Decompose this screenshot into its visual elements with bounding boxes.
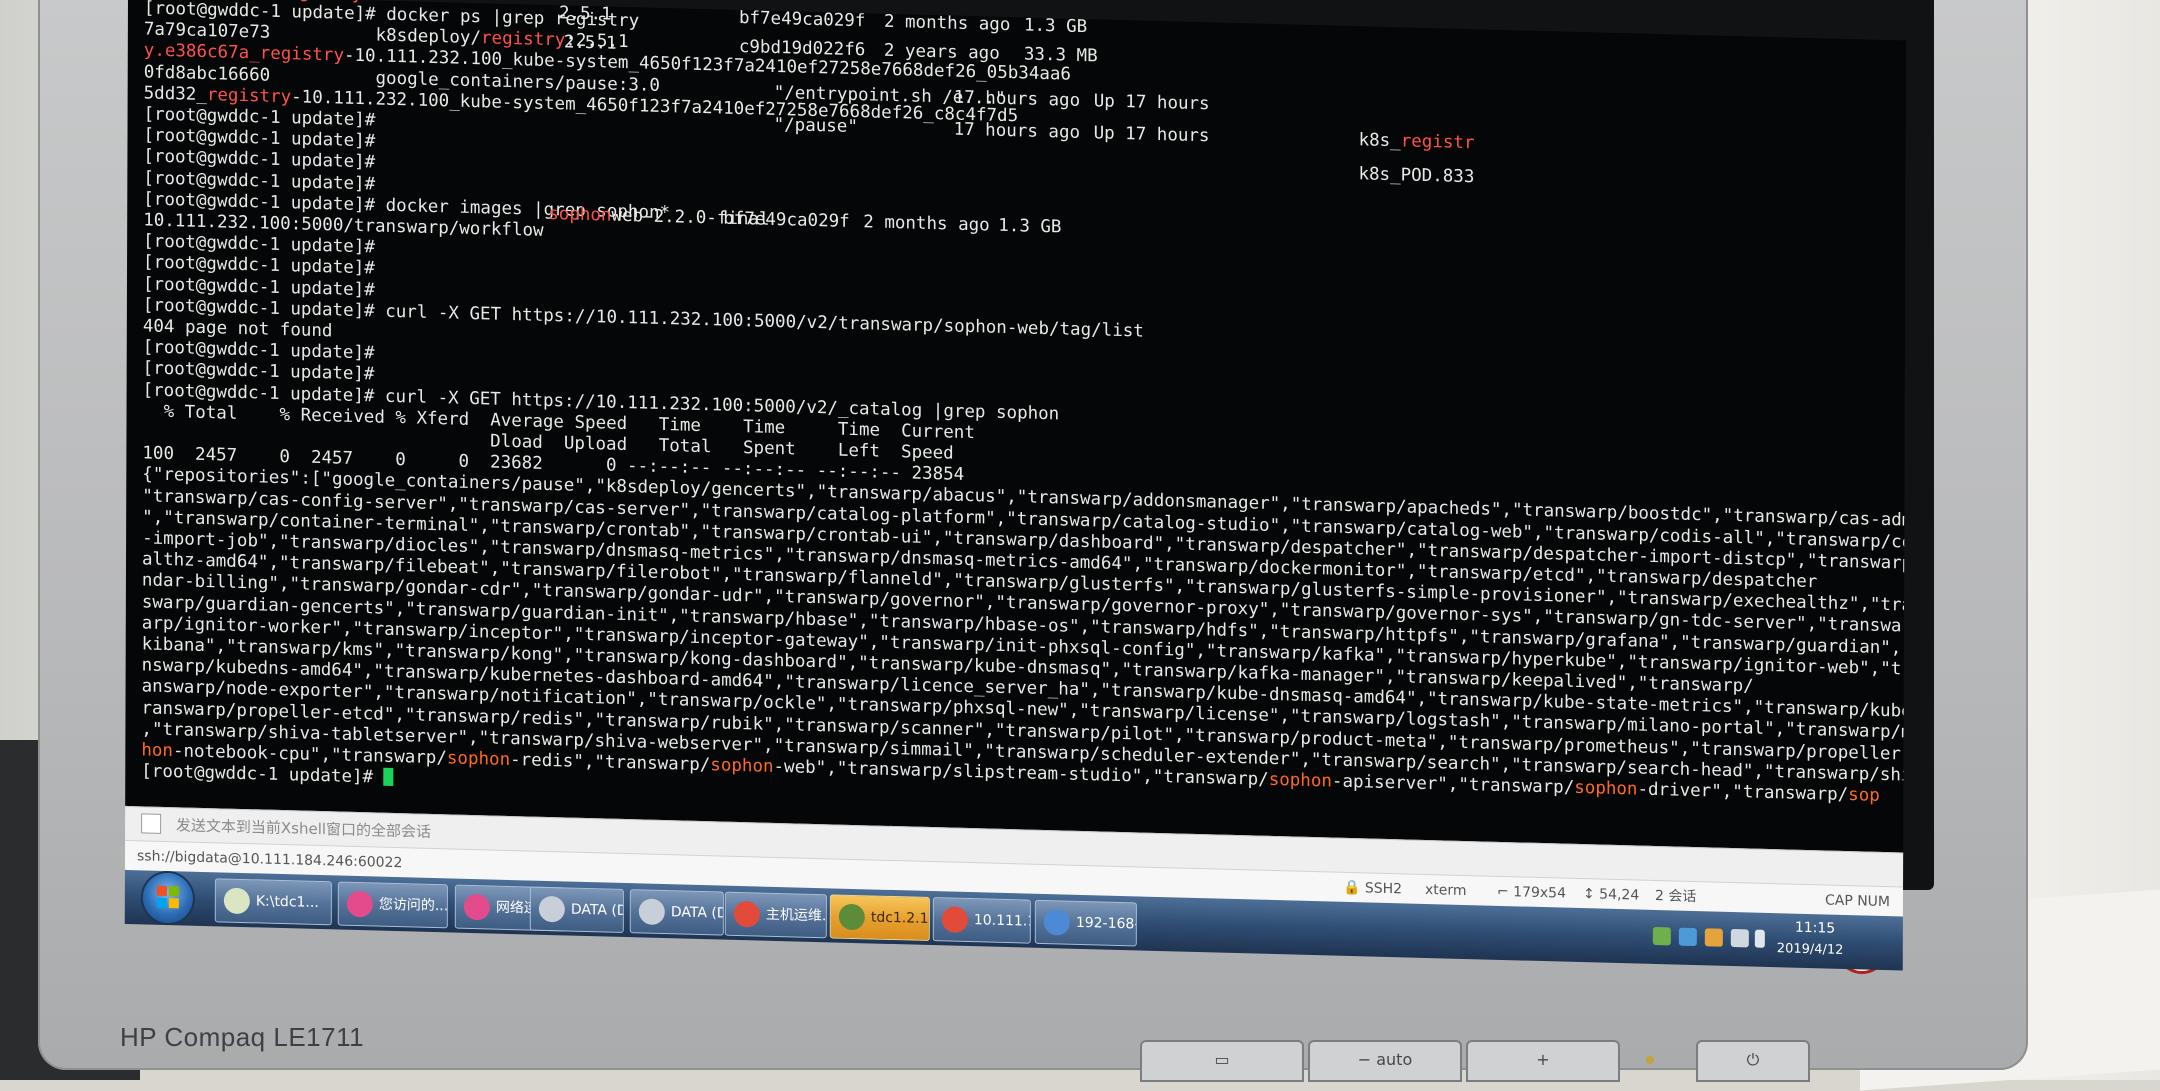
taskbar-item-label: DATA (D:) — [670, 904, 724, 922]
taskbar-item[interactable]: 您访问的... — [337, 881, 448, 929]
taskbar-app-icon — [538, 895, 565, 923]
taskbar-app-icon — [733, 900, 760, 928]
taskbar-app-icon — [838, 903, 865, 931]
taskbar-item-label: tdc1.2.1... — [870, 909, 930, 928]
monitor-menu-button[interactable]: ▭ — [1140, 1040, 1304, 1082]
terminal-column-value: 2 years ago — [883, 41, 1000, 65]
terminal-column-value: k8s_registr — [1358, 129, 1475, 153]
clock-time[interactable]: 11:15 — [1795, 920, 1835, 937]
taskbar-app-icon — [941, 906, 968, 933]
terminal-column-value: Up 17 hours — [1093, 122, 1210, 146]
terminal-column-value: k8s_POD.833 — [1358, 163, 1475, 187]
monitor-buttons: ▭ − auto + ⏻ — [1140, 1040, 1840, 1082]
tray-volume-icon[interactable] — [1754, 929, 1765, 948]
compose-placeholder: 发送文本到当前Xshell窗口的全部会话 — [175, 816, 432, 841]
taskbar-item[interactable]: DATA (D:) — [629, 889, 724, 936]
taskbar-app-icon — [346, 890, 373, 918]
status-size: ⌐ 179x54 — [1496, 883, 1567, 902]
tray-sync-icon[interactable] — [1678, 927, 1697, 947]
terminal-column-value: c9bd19d022f6 — [738, 37, 866, 61]
monitor-brand: HP Compaq LE1711 — [120, 1022, 365, 1052]
taskbar-item[interactable]: DATA (D:) — [529, 886, 624, 933]
terminal-column-value: 2.5.1 — [558, 2, 612, 25]
terminal-column-value: 1.3 GB — [1023, 15, 1088, 37]
taskbar-item-label: 192-168-... — [1075, 914, 1137, 933]
taskbar-item-label: 10.111.1... — [973, 912, 1031, 931]
terminal-cursor — [383, 767, 394, 787]
taskbar-app-icon — [463, 893, 490, 921]
status-caps: CAP NUM — [1824, 892, 1891, 911]
taskbar-item[interactable]: tdc1.2.1... — [829, 894, 930, 941]
terminal-column-value: 17 hours ago — [953, 119, 1081, 143]
taskbar-item[interactable]: 主机运维... — [724, 891, 827, 939]
status-cursor: ↕ 54,24 — [1582, 886, 1640, 904]
terminal-column-value: "/pause" — [773, 114, 858, 137]
terminal-column-value: 33.3 MB — [1023, 44, 1098, 67]
taskbar-item[interactable]: 192-168-... — [1034, 899, 1137, 947]
clock-date[interactable]: 2019/4/12 — [1777, 941, 1844, 958]
start-button[interactable] — [142, 872, 193, 924]
taskbar-item-label: DATA (D:) — [570, 901, 624, 920]
terminal-output[interactable]: [root@gwddc-1 update]# docker ps |grep r… — [125, 0, 1906, 853]
tray-app-icon[interactable] — [1704, 928, 1723, 947]
taskbar-item-label: K:\tdc1... — [255, 893, 319, 912]
terminal-column-value: 17 hours ago — [953, 87, 1081, 111]
taskbar-item[interactable]: 10.111.1... — [932, 897, 1031, 944]
taskbar-app-icon — [223, 887, 250, 915]
terminal-column-value: 2 months ago — [863, 212, 990, 236]
terminal-column-value: 2.5.1 — [563, 32, 617, 55]
monitor-power-button[interactable]: ⏻ — [1696, 1040, 1810, 1082]
terminal-column-value: Up 17 hours — [1093, 91, 1210, 115]
tray-network-icon[interactable] — [1652, 926, 1671, 946]
windows-logo-icon — [156, 885, 179, 909]
terminal-column-value: 1.3 GB — [998, 215, 1062, 238]
taskbar-item-label: 主机运维... — [765, 906, 827, 925]
monitor-plus-button[interactable]: + — [1466, 1040, 1620, 1082]
taskbar-app-icon — [638, 898, 665, 926]
tray-display-icon[interactable] — [1730, 928, 1749, 948]
terminal-column-value: bf7e49ca029f — [723, 208, 850, 232]
compose-checkbox[interactable] — [141, 813, 162, 834]
taskbar-item[interactable]: K:\tdc1... — [214, 878, 332, 926]
taskbar-item-label: 您访问的... — [378, 896, 448, 915]
system-tray: 11:15 2019/4/12 — [1645, 910, 1903, 971]
status-term: xterm — [1424, 881, 1467, 900]
taskbar-app-icon — [1043, 908, 1070, 936]
power-led — [1646, 1056, 1654, 1064]
status-ssh: 🔒 SSH2 — [1342, 879, 1403, 898]
status-sessions: 2 会话 — [1654, 887, 1697, 906]
monitor-minus-button[interactable]: − auto — [1308, 1040, 1462, 1082]
screen: [root@gwddc-1 update]# docker ps |grep r… — [124, 0, 1906, 971]
